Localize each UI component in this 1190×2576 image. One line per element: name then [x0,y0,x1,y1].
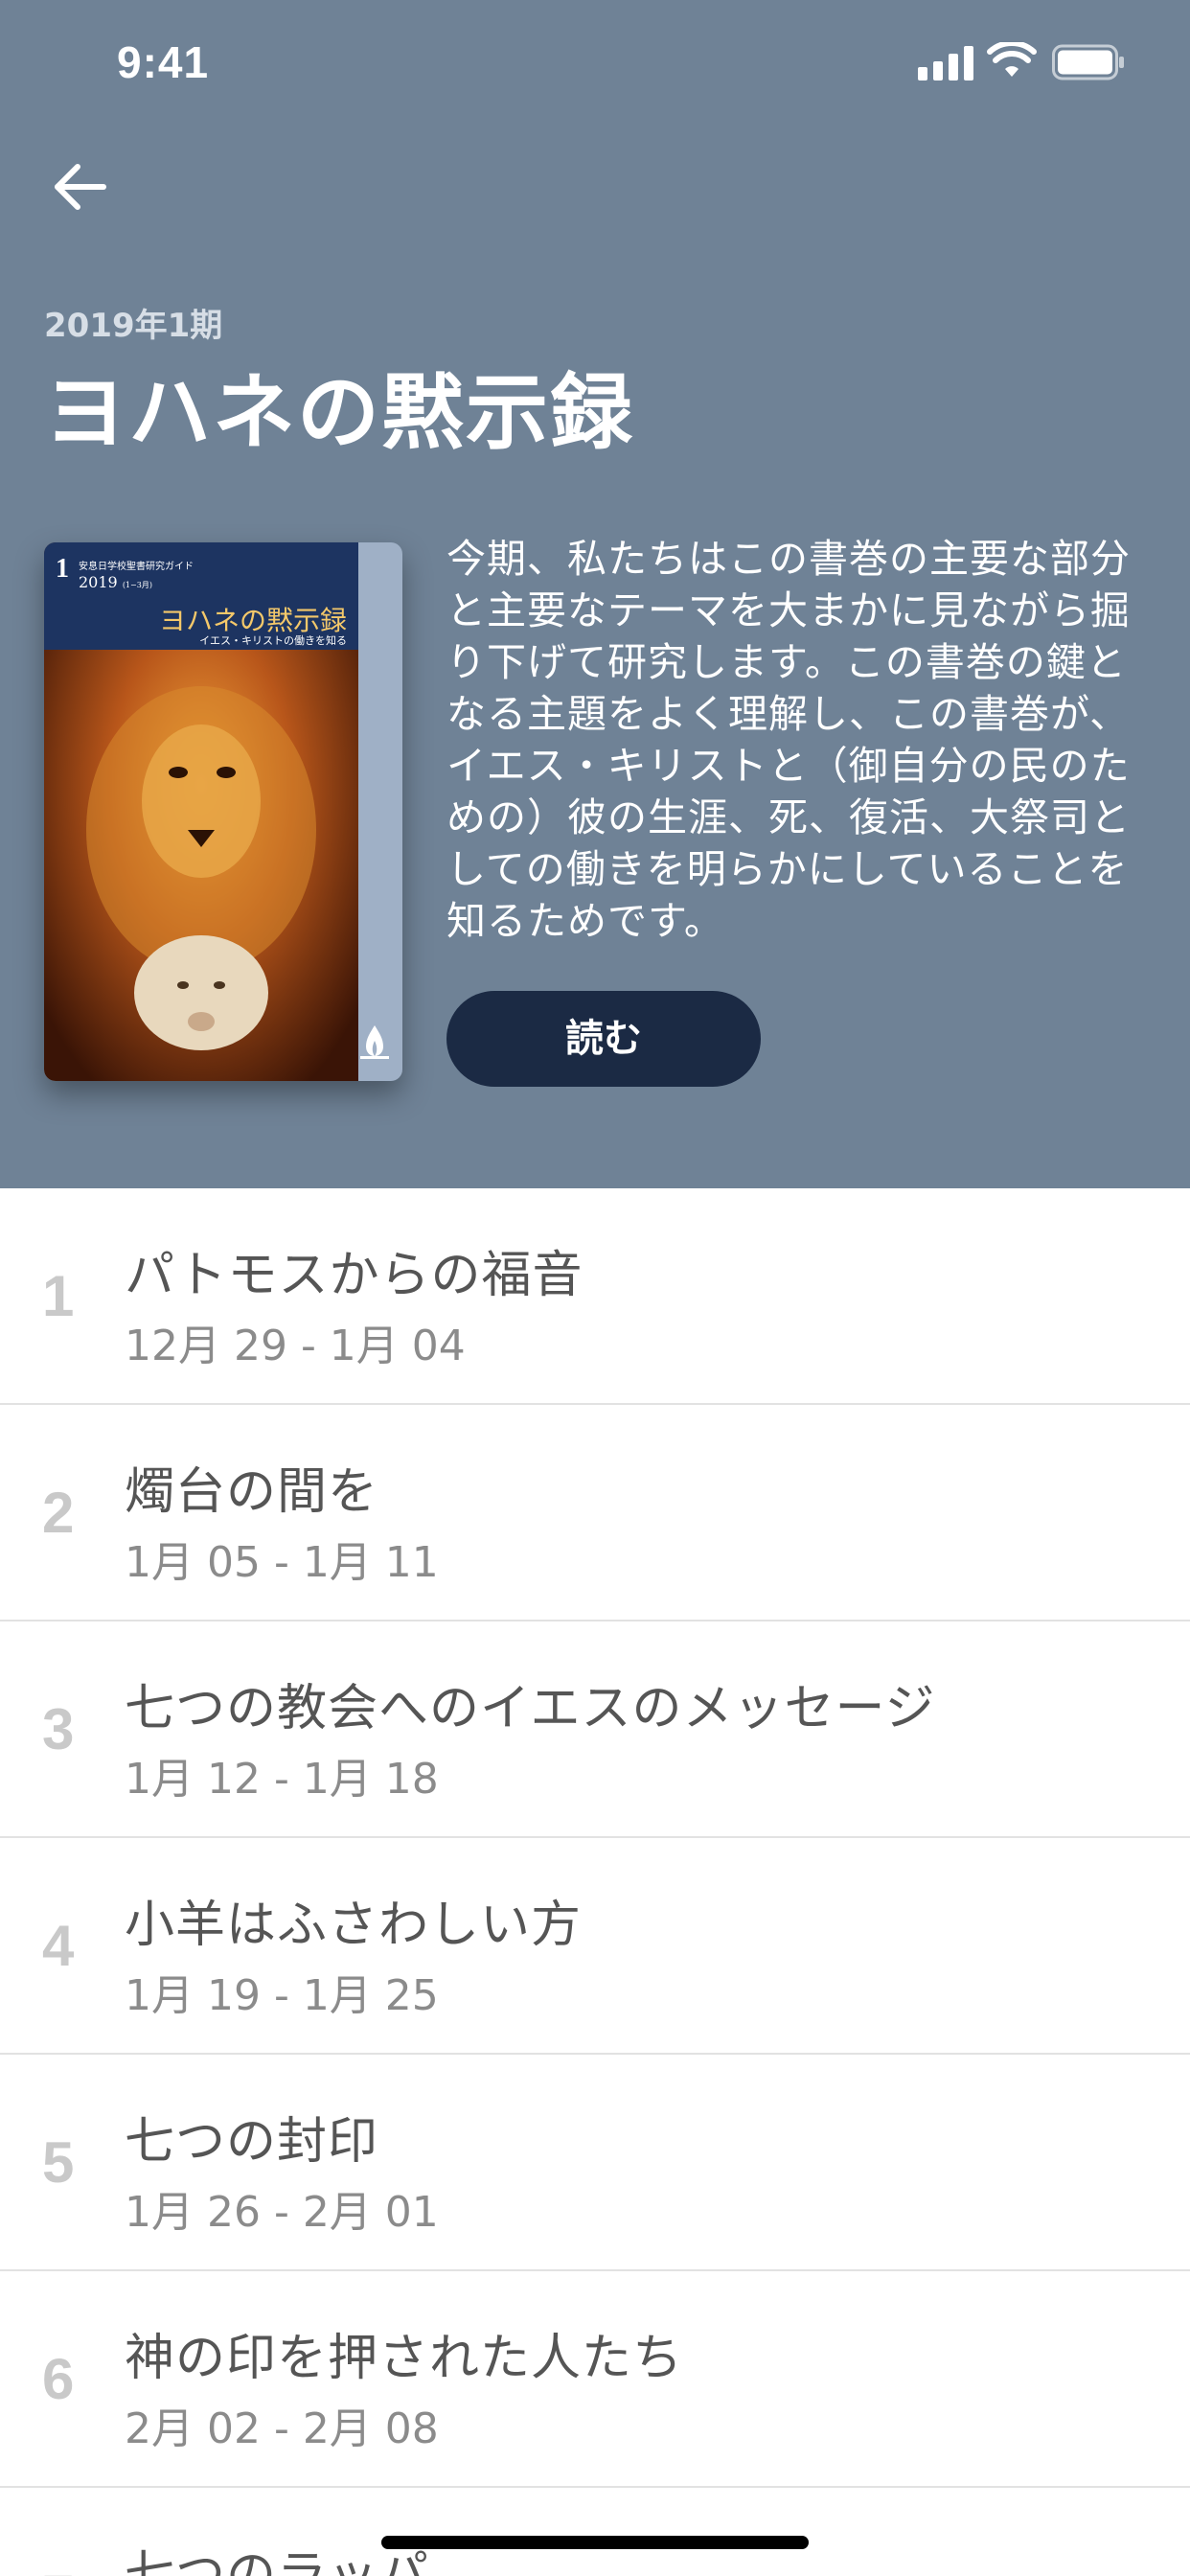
lesson-list: 1 パトモスからの福音 12月 29 - 1月 04 2 燭台の間を 1月 05… [0,1188,1190,2576]
lesson-number: 2 [42,1481,75,1545]
lesson-number: 6 [42,2347,75,2411]
cover-small-text: 安息日学校聖書研究ガイド [79,562,194,572]
lesson-date: 1月 26 - 2月 01 [125,2188,439,2237]
cover-months: (1−3月) [122,581,152,589]
lesson-row[interactable]: 5 七つの封印 1月 26 - 2月 01 [0,2055,1190,2271]
lesson-date: 2月 02 - 2月 08 [125,2404,439,2453]
cover-number: 1 [56,554,69,584]
cover-subtitle: イエス・キリストの働きを知る [199,634,347,647]
lesson-row[interactable]: 6 神の印を押された人たち 2月 02 - 2月 08 [0,2271,1190,2488]
lesson-title: 七つの封印 [125,2113,379,2171]
lesson-row[interactable]: 4 小羊はふさわしい方 1月 19 - 1月 25 [0,1838,1190,2055]
header: 9:41 2019年1期 ヨハネの黙示録 1 安息日学校聖書研究ガイド 2019… [0,0,1190,1188]
cover-year: 2019 [79,573,118,591]
arrow-left-icon [55,164,106,210]
lesson-title: パトモスからの福音 [125,1247,584,1304]
lesson-date: 1月 12 - 1月 18 [125,1755,439,1804]
lesson-title: 七つの教会へのイエスのメッセージ [125,1680,936,1737]
quarterly-description: 今期、私たちはこの書巻の主要な部分と主要なテーマを大まかに見ながら掘り下げて研究… [446,536,1131,944]
church-logo-icon [360,1025,389,1059]
back-button[interactable] [48,153,115,220]
lesson-row[interactable]: 3 七つの教会へのイエスのメッセージ 1月 12 - 1月 18 [0,1622,1190,1838]
lesson-title: 神の印を押された人たち [125,2330,684,2387]
lesson-row[interactable]: 7 七つのラッパ [0,2488,1190,2576]
lesson-number: 4 [42,1914,75,1978]
lesson-row[interactable]: 2 燭台の間を 1月 05 - 1月 11 [0,1405,1190,1622]
home-indicator[interactable] [381,2536,809,2549]
lesson-title: 燭台の間を [125,1463,379,1521]
wifi-icon [987,42,1037,77]
quarterly-cover-image[interactable]: 1 安息日学校聖書研究ガイド 2019 (1−3月) ヨハネの黙示録 イエス・キ… [44,542,402,1081]
read-button[interactable]: 読む [446,991,761,1087]
battery-icon [1052,44,1124,80]
page-title: ヨハネの黙示録 [44,365,634,461]
lesson-number: 5 [42,2130,75,2195]
status-time: 9:41 [117,37,210,87]
cellular-signal-icon [918,46,973,80]
lesson-number: 3 [42,1697,75,1761]
issue-label: 2019年1期 [44,307,223,345]
lesson-number: 1 [42,1264,75,1328]
cover-year-line: 2019 (1−3月) [79,573,152,591]
lesson-date: 12月 29 - 1月 04 [125,1322,466,1370]
lesson-date: 1月 05 - 1月 11 [125,1538,439,1587]
lesson-number: 7 [42,2563,74,2576]
status-bar: 9:41 [0,0,1190,126]
lesson-row[interactable]: 1 パトモスからの福音 12月 29 - 1月 04 [0,1188,1190,1405]
lesson-title: 小羊はふさわしい方 [125,1897,583,1954]
lesson-date: 1月 19 - 1月 25 [125,1971,439,2020]
